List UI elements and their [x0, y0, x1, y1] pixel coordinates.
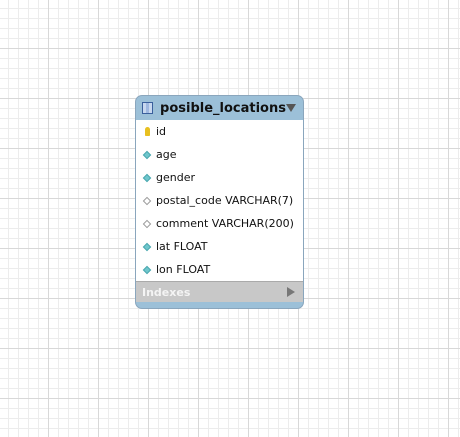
- indexes-section[interactable]: Indexes: [136, 281, 303, 302]
- column-row[interactable]: lon FLOAT: [136, 258, 303, 281]
- column-row[interactable]: gender: [136, 166, 303, 189]
- table-posible-locations[interactable]: posible_locations id age gender postal_c…: [135, 95, 304, 309]
- column-label: postal_code VARCHAR(7): [156, 194, 294, 207]
- column-row[interactable]: postal_code VARCHAR(7): [136, 189, 303, 212]
- column-label: lat FLOAT: [156, 240, 208, 253]
- empty-diamond-icon: [142, 219, 152, 228]
- table-header[interactable]: posible_locations: [136, 96, 303, 120]
- expand-arrow-icon[interactable]: [287, 287, 295, 297]
- table-icon: [142, 102, 154, 114]
- column-row[interactable]: id: [136, 120, 303, 143]
- filled-diamond-icon: [142, 150, 152, 159]
- column-label: age: [156, 148, 177, 161]
- table-title: posible_locations: [160, 100, 286, 116]
- column-label: id: [156, 125, 167, 138]
- column-row[interactable]: lat FLOAT: [136, 235, 303, 258]
- filled-diamond-icon: [142, 242, 152, 251]
- column-label: comment VARCHAR(200): [156, 217, 294, 230]
- columns-list: id age gender postal_code VARCHAR(7) com…: [136, 120, 303, 281]
- column-label: lon FLOAT: [156, 263, 211, 276]
- filled-diamond-icon: [142, 265, 152, 274]
- column-row[interactable]: age: [136, 143, 303, 166]
- filled-diamond-icon: [142, 173, 152, 182]
- primary-key-icon: [145, 127, 150, 136]
- indexes-label: Indexes: [142, 285, 191, 299]
- column-row[interactable]: comment VARCHAR(200): [136, 212, 303, 235]
- column-label: gender: [156, 171, 195, 184]
- empty-diamond-icon: [142, 196, 152, 205]
- collapse-arrow-icon[interactable]: [286, 104, 296, 112]
